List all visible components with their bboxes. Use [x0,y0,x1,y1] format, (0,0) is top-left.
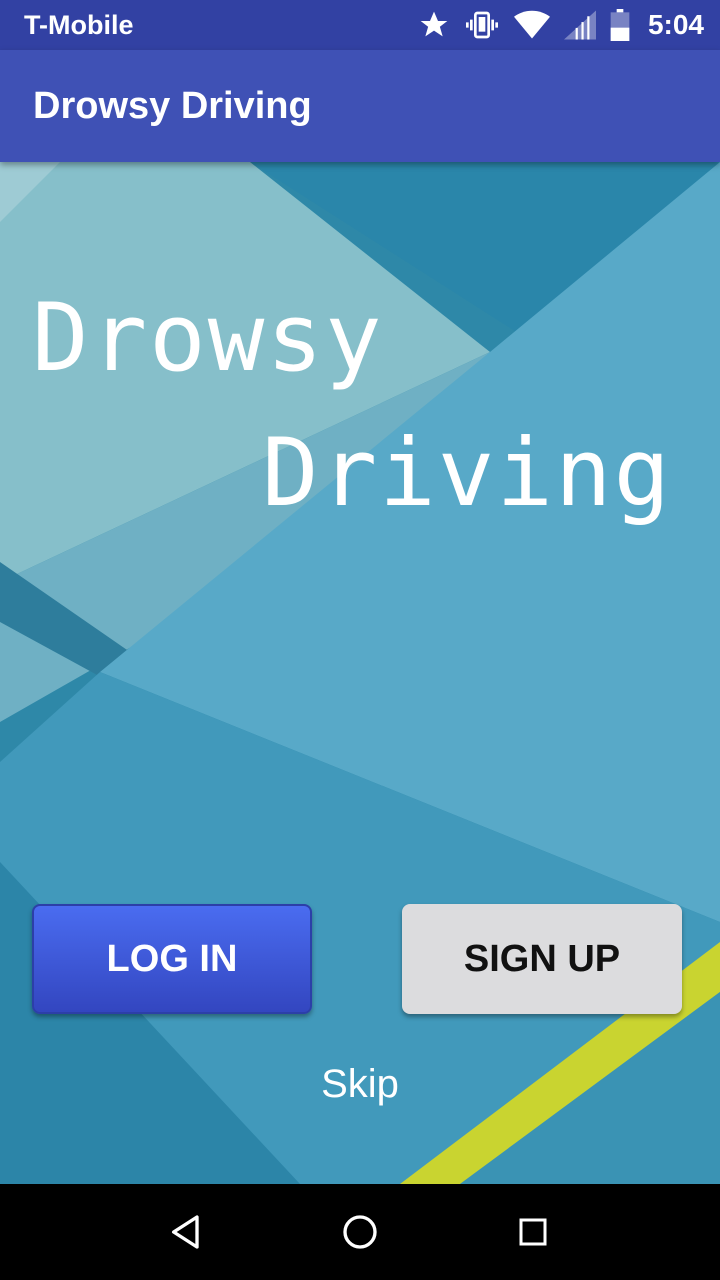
hero-title-line1: Drowsy [32,284,384,393]
skip-link[interactable]: Skip [0,1062,720,1107]
carrier-label: T-Mobile [24,9,134,40]
signup-button[interactable]: SIGN UP [402,904,682,1014]
app-title: Drowsy Driving [33,84,312,127]
wifi-icon [513,10,550,40]
status-icons: 5:04 [418,9,704,41]
star-icon [418,9,450,41]
vibrate-icon [464,9,500,41]
cell-signal-icon [563,10,596,40]
recents-icon[interactable] [503,1202,563,1262]
login-button[interactable]: LOG IN [32,904,312,1014]
home-icon[interactable] [330,1202,390,1262]
hero-title-line2: Driving [262,419,673,528]
navigation-bar [0,1184,720,1280]
status-bar: T-Mobile 5:04 [0,0,720,50]
clock: 5:04 [647,9,704,40]
app-bar: Drowsy Driving [0,50,720,162]
back-icon[interactable] [157,1202,217,1262]
battery-icon [610,9,630,41]
splash-content: Drowsy Driving LOG IN SIGN UP Skip [0,162,720,1184]
